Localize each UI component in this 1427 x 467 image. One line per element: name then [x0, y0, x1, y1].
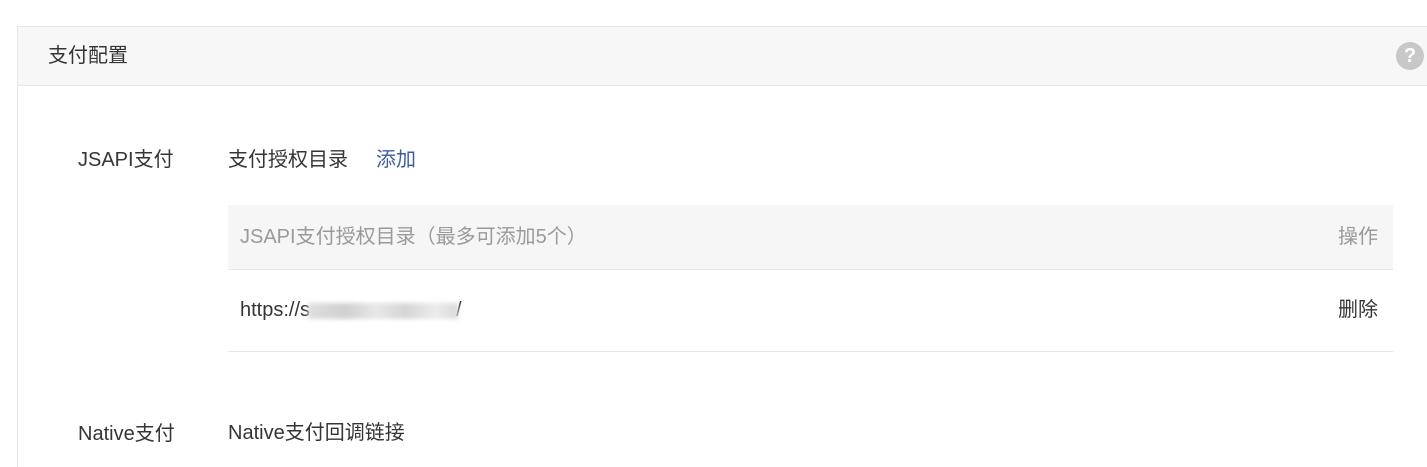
panel-title: 支付配置 — [48, 45, 128, 67]
jsapi-directory-table: JSAPI支付授权目录（最多可添加5个） 操作 https://s / 删除 — [228, 205, 1393, 352]
jsapi-label: JSAPI支付 — [78, 149, 174, 171]
payment-config-panel: 支付配置 ? JSAPI支付 支付授权目录 添加 JSAPI支付授权目录（最多可… — [17, 26, 1427, 467]
jsapi-subtitle: 支付授权目录 — [228, 149, 348, 171]
native-subtitle: Native支付回调链接 — [228, 422, 405, 444]
add-directory-link[interactable]: 添加 — [376, 147, 416, 173]
panel-header: 支付配置 ? — [18, 27, 1427, 86]
column-header-directory: JSAPI支付授权目录（最多可添加5个） — [240, 226, 587, 248]
question-circle-icon[interactable]: ? — [1396, 42, 1424, 70]
native-label: Native支付 — [78, 423, 175, 445]
directory-url: https://s / — [240, 297, 462, 323]
delete-link[interactable]: 删除 — [1338, 297, 1378, 323]
table-header: JSAPI支付授权目录（最多可添加5个） 操作 — [228, 205, 1393, 270]
table-row: https://s / 删除 — [228, 270, 1393, 352]
redacted-url-segment — [308, 302, 459, 319]
directory-url-prefix: https://s — [240, 299, 311, 321]
column-header-action: 操作 — [1338, 226, 1378, 248]
